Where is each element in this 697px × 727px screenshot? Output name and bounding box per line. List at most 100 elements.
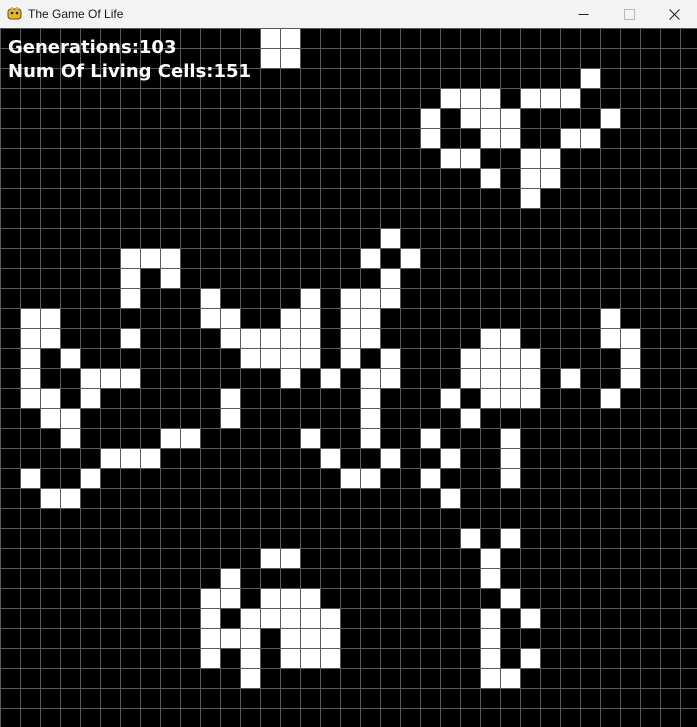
live-cell[interactable] [460,348,480,368]
live-cell[interactable] [20,368,40,388]
live-cell[interactable] [620,348,640,368]
live-cell[interactable] [60,428,80,448]
live-cell[interactable] [520,368,540,388]
live-cell[interactable] [300,648,320,668]
live-cell[interactable] [420,428,440,448]
live-cell[interactable] [480,388,500,408]
live-cell[interactable] [280,588,300,608]
live-cell[interactable] [500,348,520,368]
live-cell[interactable] [120,328,140,348]
live-cell[interactable] [400,248,420,268]
live-cell[interactable] [40,408,60,428]
live-cell[interactable] [20,388,40,408]
live-cell[interactable] [480,548,500,568]
live-cell[interactable] [340,348,360,368]
live-cell[interactable] [480,108,500,128]
live-cell[interactable] [360,248,380,268]
live-cell[interactable] [520,348,540,368]
cell-grid[interactable] [0,28,697,727]
live-cell[interactable] [460,108,480,128]
live-cell[interactable] [120,448,140,468]
live-cell[interactable] [280,48,300,68]
live-cell[interactable] [60,348,80,368]
live-cell[interactable] [420,468,440,488]
live-cell[interactable] [60,488,80,508]
live-cell[interactable] [100,448,120,468]
live-cell[interactable] [360,328,380,348]
live-cell[interactable] [360,408,380,428]
live-cell[interactable] [200,588,220,608]
live-cell[interactable] [460,408,480,428]
live-cell[interactable] [80,368,100,388]
live-cell[interactable] [280,608,300,628]
live-cell[interactable] [280,308,300,328]
live-cell[interactable] [560,368,580,388]
live-cell[interactable] [300,308,320,328]
live-cell[interactable] [320,608,340,628]
live-cell[interactable] [320,368,340,388]
live-cell[interactable] [500,668,520,688]
live-cell[interactable] [520,148,540,168]
live-cell[interactable] [520,168,540,188]
live-cell[interactable] [380,368,400,388]
live-cell[interactable] [300,428,320,448]
live-cell[interactable] [360,288,380,308]
live-cell[interactable] [500,448,520,468]
live-cell[interactable] [480,128,500,148]
live-cell[interactable] [20,468,40,488]
live-cell[interactable] [120,268,140,288]
live-cell[interactable] [520,388,540,408]
live-cell[interactable] [580,128,600,148]
live-cell[interactable] [120,288,140,308]
live-cell[interactable] [480,88,500,108]
live-cell[interactable] [60,408,80,428]
live-cell[interactable] [480,648,500,668]
live-cell[interactable] [300,628,320,648]
live-cell[interactable] [120,248,140,268]
live-cell[interactable] [20,328,40,348]
live-cell[interactable] [580,68,600,88]
live-cell[interactable] [80,468,100,488]
live-cell[interactable] [420,108,440,128]
live-cell[interactable] [460,88,480,108]
live-cell[interactable] [620,328,640,348]
live-cell[interactable] [320,648,340,668]
window-titlebar[interactable]: The Game Of Life [0,0,697,28]
live-cell[interactable] [220,308,240,328]
live-cell[interactable] [300,588,320,608]
maximize-button[interactable] [606,0,652,28]
live-cell[interactable] [440,388,460,408]
live-cell[interactable] [220,568,240,588]
live-cell[interactable] [220,628,240,648]
live-cell[interactable] [200,628,220,648]
live-cell[interactable] [500,108,520,128]
close-button[interactable] [651,0,697,28]
live-cell[interactable] [500,588,520,608]
live-cell[interactable] [520,648,540,668]
live-cell[interactable] [200,288,220,308]
live-cell[interactable] [300,348,320,368]
live-cell[interactable] [280,628,300,648]
live-cell[interactable] [340,328,360,348]
live-cell[interactable] [500,368,520,388]
live-cell[interactable] [540,88,560,108]
live-cell[interactable] [460,528,480,548]
live-cell[interactable] [280,328,300,348]
live-cell[interactable] [260,48,280,68]
live-cell[interactable] [500,468,520,488]
live-cell[interactable] [540,168,560,188]
live-cell[interactable] [20,308,40,328]
live-cell[interactable] [520,188,540,208]
live-cell[interactable] [440,88,460,108]
live-cell[interactable] [280,348,300,368]
live-cell[interactable] [440,488,460,508]
live-cell[interactable] [160,268,180,288]
live-cell[interactable] [40,308,60,328]
live-cell[interactable] [600,308,620,328]
live-cell[interactable] [460,368,480,388]
live-cell[interactable] [280,648,300,668]
live-cell[interactable] [620,368,640,388]
live-cell[interactable] [380,228,400,248]
live-cell[interactable] [500,528,520,548]
live-cell[interactable] [500,388,520,408]
